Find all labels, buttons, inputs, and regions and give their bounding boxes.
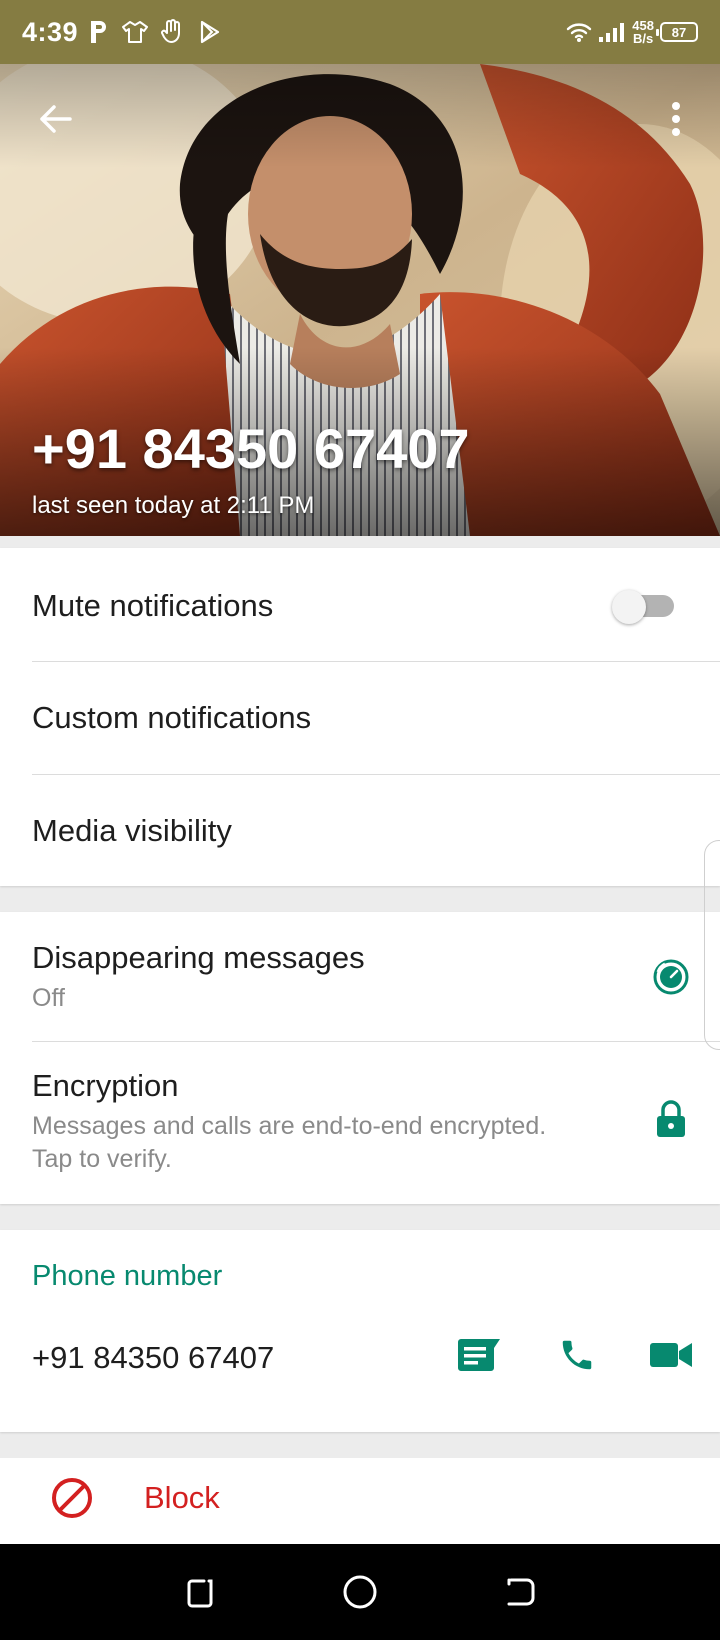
last-seen-status: last seen today at 2:11 PM [32,492,315,519]
status-bar: 4:39 458 B/s 87 [0,0,720,64]
phone-number-value[interactable]: +91 84350 67407 [32,1340,274,1376]
back-icon [507,1578,535,1606]
recents-button[interactable] [178,1570,222,1614]
privacy-section: Disappearing messages Off Encryption Mes… [0,912,720,1204]
p-icon [91,21,107,43]
block-icon [52,1478,92,1518]
media-visibility-row[interactable]: Media visibility [0,775,720,886]
lock-icon [657,1100,685,1137]
encryption-description: Messages and calls are end-to-end encryp… [32,1112,547,1140]
disappearing-messages-label: Disappearing messages [32,940,365,975]
call-icon [562,1340,592,1370]
message-button[interactable] [454,1330,504,1380]
encryption-label: Encryption [32,1068,179,1103]
custom-notifications-row[interactable]: Custom notifications [0,662,720,775]
hand-icon [161,19,181,44]
navigation-bar [0,1544,720,1640]
tshirt-icon [122,21,149,43]
mute-notifications-toggle[interactable] [612,590,674,624]
block-label: Block [144,1480,220,1515]
video-call-icon [650,1343,692,1367]
wifi-icon [567,23,592,42]
voice-call-button[interactable] [552,1330,602,1380]
play-store-icon [200,20,220,44]
disappearing-messages-row[interactable]: Disappearing messages Off [0,912,720,1042]
status-time: 4:39 [22,16,79,47]
status-notification-icons [88,19,222,45]
home-button[interactable] [338,1570,382,1614]
recents-icon [187,1579,213,1608]
status-system-icons: 458 B/s 87 [566,19,698,45]
back-arrow-icon [40,105,72,133]
notifications-section: Mute notifications Custom notifications … [0,548,720,886]
back-button[interactable] [30,94,80,144]
video-call-button[interactable] [646,1330,696,1380]
battery-indicator: 87 [656,22,698,42]
mute-notifications-row[interactable]: Mute notifications [0,548,720,662]
disappearing-messages-value: Off [32,984,65,1012]
disappearing-timer [650,956,692,998]
encryption-verify-hint: Tap to verify. [32,1145,172,1173]
toggle-knob [612,590,646,624]
net-speed: 458 B/s [632,19,654,45]
home-icon [343,1575,377,1609]
back-nav-button[interactable] [498,1570,542,1614]
block-row[interactable]: Block [0,1458,720,1544]
edge-panel-handle[interactable] [704,840,720,1050]
media-visibility-label: Media visibility [32,813,232,848]
message-icon [458,1339,500,1371]
more-options-button[interactable] [656,94,696,144]
encryption-lock [650,1098,692,1140]
net-speed-unit: B/s [633,31,654,46]
signal-icon [599,23,625,42]
mute-notifications-label: Mute notifications [32,588,274,623]
custom-notifications-label: Custom notifications [32,700,312,735]
profile-header: +91 84350 67407 last seen today at 2:11 … [0,64,720,536]
more-vert-icon [672,102,680,136]
contact-name: +91 84350 67407 [32,417,470,480]
phone-section: Phone number +91 84350 67407 [0,1230,720,1432]
timer-icon [653,959,689,995]
encryption-row[interactable]: Encryption Messages and calls are end-to… [0,1042,720,1204]
phone-number-heading: Phone number [32,1260,223,1292]
